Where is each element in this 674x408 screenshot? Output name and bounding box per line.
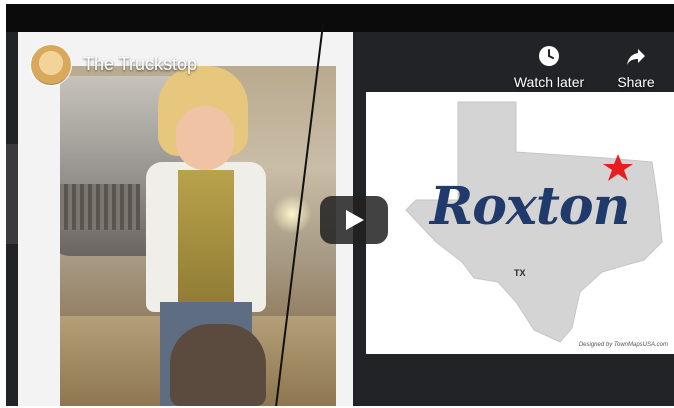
share-button[interactable]: Share [600, 44, 672, 90]
play-button[interactable] [320, 196, 388, 244]
state-label: TX [514, 268, 526, 278]
video-title[interactable]: The Truckstop [83, 54, 197, 75]
side-strip [6, 144, 18, 244]
clock-icon [506, 44, 592, 74]
share-label: Share [617, 74, 655, 90]
map-card: Roxton TX Designed by TownMapsUSA.com [366, 92, 674, 354]
map-credit: Designed by TownMapsUSA.com [578, 342, 668, 348]
play-icon [346, 210, 364, 230]
youtube-embed-player[interactable]: Roxton TX Designed by TownMapsUSA.com Th… [6, 4, 674, 406]
watch-later-label: Watch later [513, 74, 585, 90]
channel-avatar[interactable] [30, 44, 72, 86]
watch-later-button[interactable]: Watch later [506, 44, 592, 90]
child-with-dog-photo [60, 66, 336, 406]
photo-card [18, 32, 353, 406]
share-arrow-icon [600, 44, 672, 74]
top-dark-bar [6, 4, 674, 32]
city-name: Roxton [430, 176, 630, 237]
